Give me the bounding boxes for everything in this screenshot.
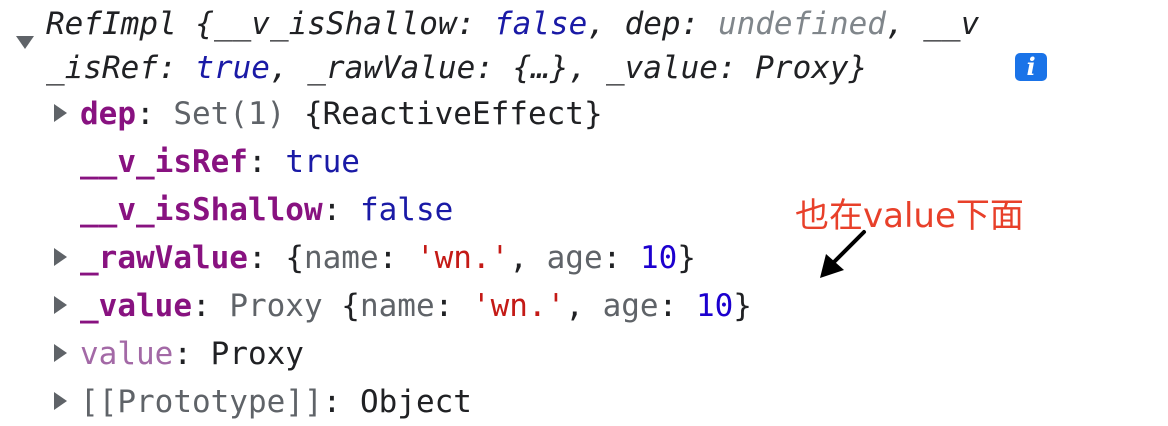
nested-key-age: age (602, 288, 659, 324)
property-value: true (285, 144, 360, 180)
nested-key-name: name (359, 288, 435, 324)
nested-value-name: 'wn.' (471, 288, 566, 324)
annotation-arrow-icon (820, 230, 866, 278)
summary-key-is-ref-rest: _isRef (46, 50, 158, 86)
object-summary-line-1[interactable]: RefImpl {__v_isShallow: false, dep: unde… (46, 0, 979, 48)
property-key: __v_isRef (80, 144, 248, 180)
summary-value-value: Proxy (755, 50, 849, 86)
expand-arrow-icon[interactable] (54, 344, 67, 362)
expand-arrow-icon[interactable] (54, 392, 67, 410)
property-type: Proxy (229, 288, 342, 324)
property-key: value (80, 336, 174, 372)
property-key: _value (80, 288, 192, 324)
property-row-value-getter[interactable]: value: Proxy (80, 330, 304, 378)
property-value: Object (359, 384, 472, 420)
info-icon[interactable]: i (1015, 53, 1047, 81)
summary-key-dep: dep (624, 6, 681, 42)
expand-arrow-icon[interactable] (16, 36, 34, 49)
property-key: [[Prototype]] (80, 384, 323, 420)
summary-value-is-ref: true (195, 50, 270, 86)
property-key: _rawValue (80, 240, 248, 276)
object-summary-line-2[interactable]: _isRef: true, _rawValue: {…}, _value: Pr… (46, 44, 867, 92)
nested-key-age: age (546, 240, 603, 276)
expand-arrow-icon[interactable] (54, 296, 67, 314)
property-key: __v_isShallow (80, 192, 323, 228)
property-row-is-shallow[interactable]: __v_isShallow: false (80, 186, 453, 234)
property-value: Proxy (210, 336, 304, 372)
nested-value-age: 10 (695, 288, 734, 324)
class-name: RefImpl (46, 6, 177, 42)
property-value: false (359, 192, 454, 228)
summary-value-raw-value: {…} (512, 50, 569, 86)
property-value: {ReactiveEffect} (303, 96, 603, 132)
property-row-dep[interactable]: dep: Set(1) {ReactiveEffect} (80, 90, 603, 138)
summary-key-is-shallow: __v_isShallow (213, 6, 457, 42)
expand-arrow-icon[interactable] (54, 104, 67, 122)
nested-value-age: 10 (639, 240, 678, 276)
summary-key-raw-value: _rawValue (307, 50, 476, 86)
summary-value-dep: undefined (717, 6, 886, 42)
property-row-value-internal[interactable]: _value: Proxy {name: 'wn.', age: 10} (80, 282, 752, 330)
property-key: dep (80, 96, 136, 132)
summary-key-value: _value (605, 50, 718, 86)
property-type: Set(1) (173, 96, 304, 132)
nested-value-name: 'wn.' (415, 240, 510, 276)
summary-key-is-ref-part: __v (923, 6, 980, 42)
expand-arrow-icon[interactable] (54, 248, 67, 266)
property-row-raw-value[interactable]: _rawValue: {name: 'wn.', age: 10} (80, 234, 696, 282)
property-row-prototype[interactable]: [[Prototype]]: Object (80, 378, 472, 426)
nested-key-name: name (303, 240, 379, 276)
summary-value-is-shallow: false (493, 6, 588, 42)
property-row-is-ref[interactable]: __v_isRef: true (80, 138, 360, 186)
